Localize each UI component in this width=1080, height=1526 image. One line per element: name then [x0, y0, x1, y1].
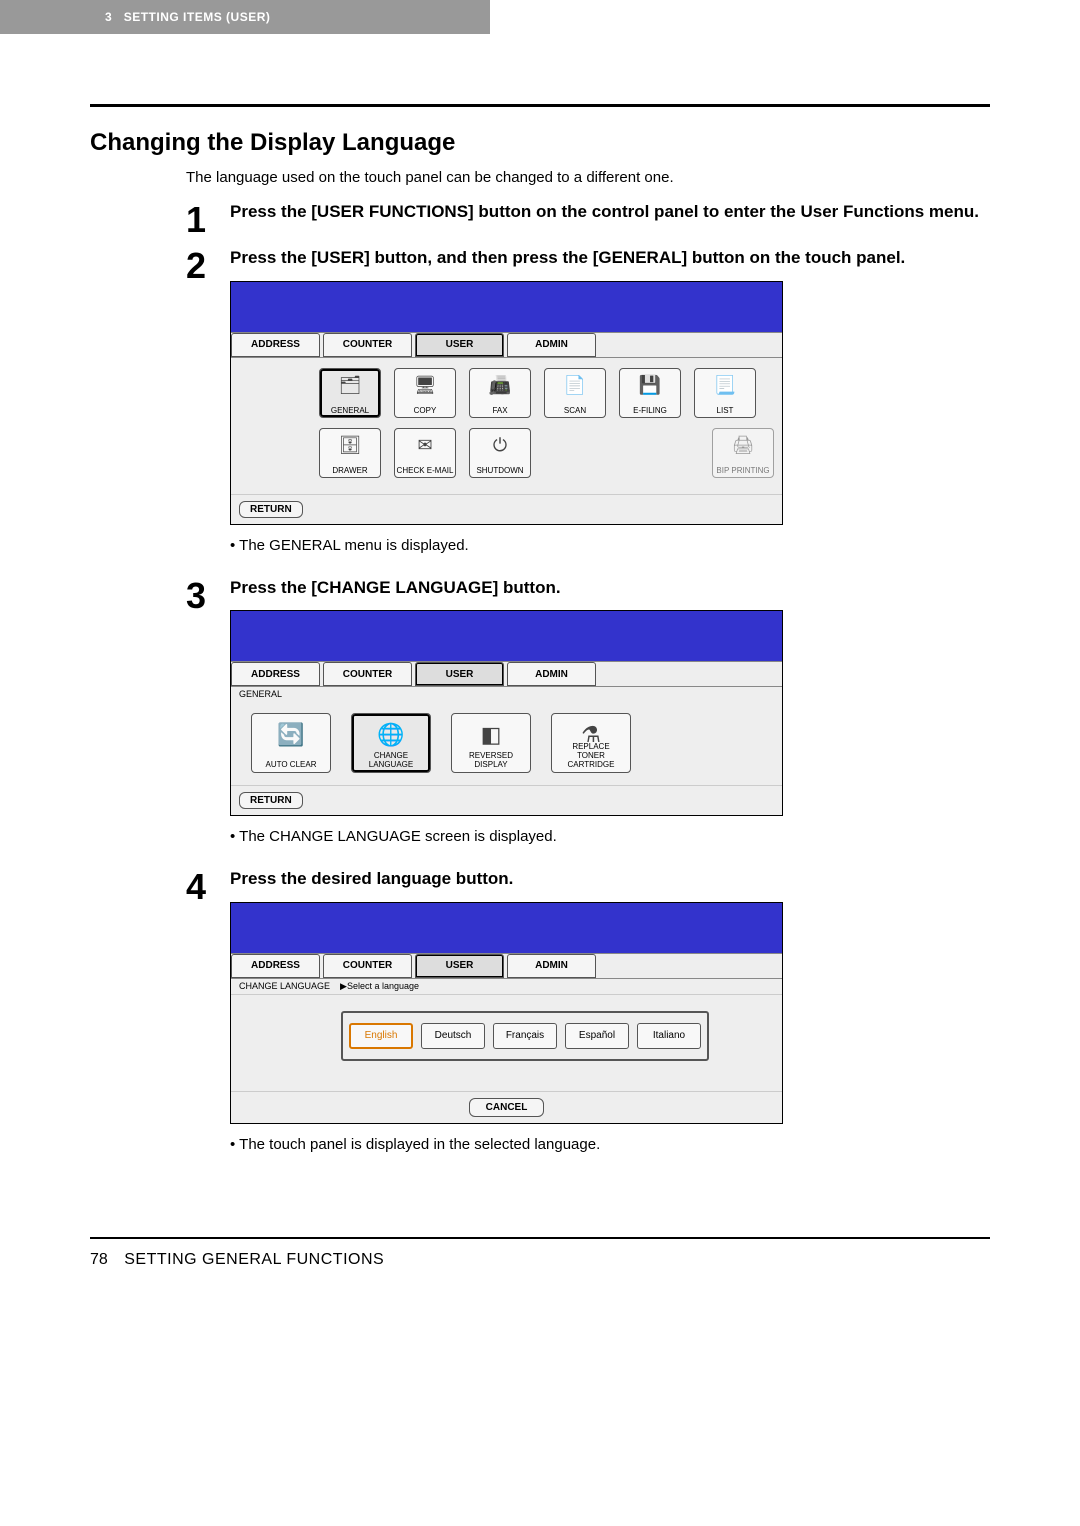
prompt-text: ▶Select a language [340, 981, 419, 991]
step-note: The GENERAL menu is displayed. [230, 537, 990, 554]
tab-admin[interactable]: ADMIN [507, 333, 596, 357]
step-1: 1 Press the [USER FUNCTIONS] button on t… [186, 200, 990, 238]
cancel-button[interactable]: CANCEL [469, 1098, 545, 1117]
tab-row: ADDRESS COUNTER USER ADMIN [231, 953, 782, 979]
globe-icon: 🌐 [377, 722, 404, 748]
tab-address[interactable]: ADDRESS [231, 662, 320, 686]
step-number: 4 [186, 867, 230, 1167]
return-button[interactable]: RETURN [239, 792, 303, 809]
lang-italiano[interactable]: Italiano [637, 1023, 701, 1049]
status-bar [231, 282, 782, 332]
scan-icon: 📄 [564, 375, 586, 396]
lang-espanol[interactable]: Español [565, 1023, 629, 1049]
step-number: 3 [186, 576, 230, 860]
step-heading: Press the desired language button. [230, 867, 990, 892]
btn-drawer[interactable]: 🗄DRAWER [319, 428, 381, 478]
display-icon: ◧ [481, 722, 502, 748]
status-bar [231, 903, 782, 953]
autoclear-icon: 🔄 [277, 722, 304, 748]
tab-address[interactable]: ADDRESS [231, 333, 320, 357]
tab-user[interactable]: USER [415, 954, 504, 978]
tab-counter[interactable]: COUNTER [323, 333, 412, 357]
step-number: 1 [186, 200, 230, 238]
shutdown-icon: ⏻ [493, 435, 507, 456]
email-icon: ✉ [417, 435, 432, 456]
step-4: 4 Press the desired language button. ADD… [186, 867, 990, 1167]
tab-user[interactable]: USER [415, 333, 504, 357]
rule-top [90, 104, 990, 107]
breadcrumb: GENERAL [231, 687, 782, 701]
btn-change-language[interactable]: 🌐CHANGE LANGUAGE [351, 713, 431, 773]
step-heading: Press the [USER] button, and then press … [230, 246, 990, 271]
touch-panel-general-menu: ADDRESS COUNTER USER ADMIN GENERAL 🔄AUTO… [230, 610, 783, 816]
chapter-number: 3 [105, 10, 112, 24]
btn-list[interactable]: 📃LIST [694, 368, 756, 418]
lang-deutsch[interactable]: Deutsch [421, 1023, 485, 1049]
touch-panel-change-language: ADDRESS COUNTER USER ADMIN CHANGE LANGUA… [230, 902, 783, 1124]
tab-user[interactable]: USER [415, 662, 504, 686]
lang-english[interactable]: English [349, 1023, 413, 1049]
breadcrumb: CHANGE LANGUAGE [239, 981, 330, 991]
tab-address[interactable]: ADDRESS [231, 954, 320, 978]
tab-row: ADDRESS COUNTER USER ADMIN [231, 661, 782, 687]
btn-shutdown[interactable]: ⏻SHUTDOWN [469, 428, 531, 478]
efiling-icon: 💾 [639, 375, 661, 396]
list-icon: 📃 [714, 375, 736, 396]
section-title: Changing the Display Language [90, 129, 990, 157]
tab-row: ADDRESS COUNTER USER ADMIN [231, 332, 782, 358]
touch-panel-user-menu: ADDRESS COUNTER USER ADMIN 🗂GENERAL 🖥COP… [230, 281, 783, 525]
drawer-icon: 🗄 [339, 435, 362, 456]
running-header: 3 SETTING ITEMS (USER) [0, 0, 490, 34]
general-icon: 🗂 [339, 375, 362, 396]
btn-copy[interactable]: 🖥COPY [394, 368, 456, 418]
language-group: English Deutsch Français Español Italian… [341, 1011, 709, 1061]
footer-label: SETTING GENERAL FUNCTIONS [124, 1251, 384, 1268]
btn-check-email[interactable]: ✉CHECK E-MAIL [394, 428, 456, 478]
status-bar [231, 611, 782, 661]
tab-counter[interactable]: COUNTER [323, 954, 412, 978]
step-heading: Press the [USER FUNCTIONS] button on the… [230, 200, 990, 225]
fax-icon: 📠 [489, 375, 511, 396]
return-button[interactable]: RETURN [239, 501, 303, 518]
btn-fax[interactable]: 📠FAX [469, 368, 531, 418]
btn-bip-printing[interactable]: 🖨BIP PRINTING [712, 428, 774, 478]
page-footer: 78 SETTING GENERAL FUNCTIONS [90, 1237, 990, 1269]
step-heading: Press the [CHANGE LANGUAGE] button. [230, 576, 990, 601]
tab-admin[interactable]: ADMIN [507, 662, 596, 686]
step-number: 2 [186, 246, 230, 568]
btn-general[interactable]: 🗂GENERAL [319, 368, 381, 418]
tab-admin[interactable]: ADMIN [507, 954, 596, 978]
lang-francais[interactable]: Français [493, 1023, 557, 1049]
section-intro: The language used on the touch panel can… [186, 169, 990, 186]
printer-icon: 🖨 [732, 435, 755, 456]
btn-efiling[interactable]: 💾E-FILING [619, 368, 681, 418]
btn-replace-toner[interactable]: ⚗REPLACE TONER CARTRIDGE [551, 713, 631, 773]
copy-icon: 🖥 [414, 375, 437, 396]
tab-counter[interactable]: COUNTER [323, 662, 412, 686]
btn-reversed-display[interactable]: ◧REVERSED DISPLAY [451, 713, 531, 773]
step-note: The CHANGE LANGUAGE screen is displayed. [230, 828, 990, 845]
chapter-title: SETTING ITEMS (USER) [124, 10, 271, 24]
step-note: The touch panel is displayed in the sele… [230, 1136, 990, 1153]
btn-scan[interactable]: 📄SCAN [544, 368, 606, 418]
toner-icon: ⚗ [581, 722, 601, 748]
page-number: 78 [90, 1251, 108, 1269]
btn-auto-clear[interactable]: 🔄AUTO CLEAR [251, 713, 331, 773]
step-2: 2 Press the [USER] button, and then pres… [186, 246, 990, 568]
step-3: 3 Press the [CHANGE LANGUAGE] button. AD… [186, 576, 990, 860]
